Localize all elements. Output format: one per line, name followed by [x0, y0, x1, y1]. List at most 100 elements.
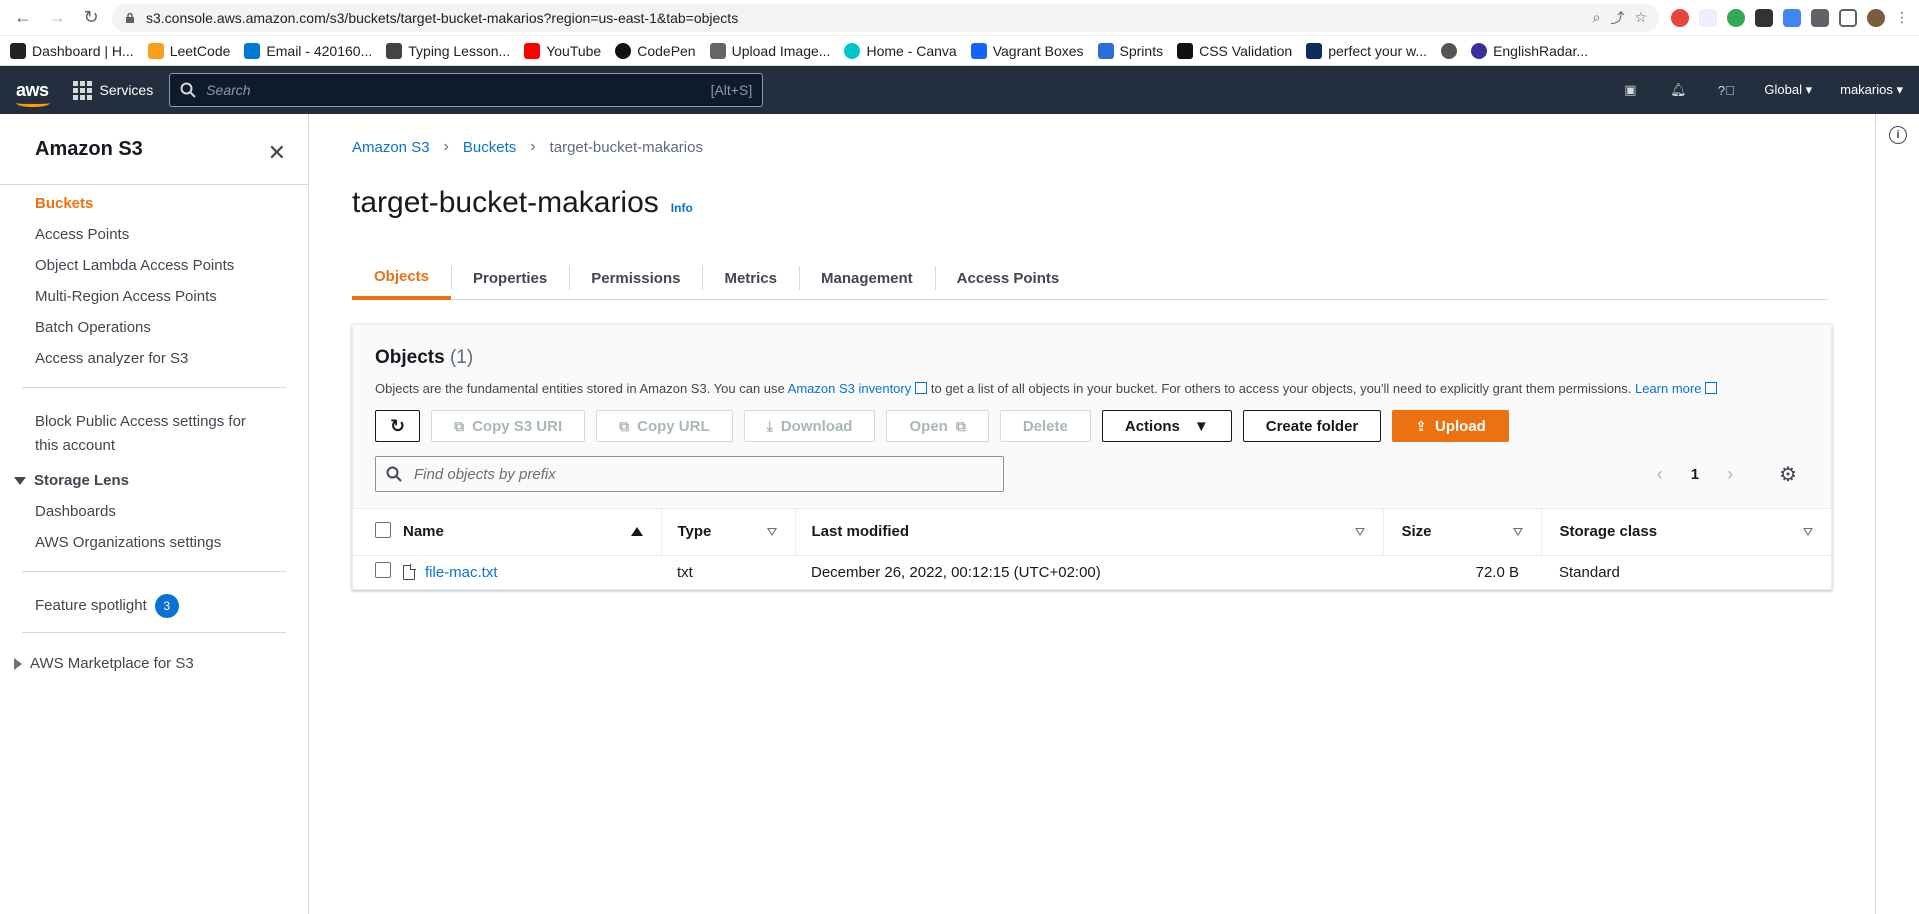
tab-management[interactable]: Management — [798, 256, 935, 300]
forward-icon[interactable]: → — [44, 5, 70, 31]
actions-button[interactable]: Actions ▼ — [1101, 410, 1232, 442]
info-link[interactable]: Info — [671, 201, 693, 215]
grid-icon — [72, 80, 92, 100]
search-icon — [386, 466, 402, 482]
sidebar-item-buckets[interactable]: Buckets — [35, 195, 308, 212]
delete-button[interactable]: Delete — [999, 410, 1091, 442]
bookmark[interactable]: EnglishRadar... — [1471, 42, 1588, 59]
previous-page-icon[interactable]: ‹ — [1657, 464, 1663, 485]
objects-heading: Objects (1) — [375, 347, 474, 368]
bookmark[interactable]: Dashboard | H... — [10, 42, 134, 59]
select-all-checkbox[interactable] — [375, 521, 391, 538]
column-size[interactable]: Size — [1402, 523, 1541, 540]
bookmark[interactable]: Upload Image... — [709, 42, 830, 59]
account-menu[interactable]: makarios ▾ — [1840, 82, 1903, 98]
sidebar-item-block-public[interactable]: Block Public Access settings for this ac… — [35, 410, 265, 458]
sidebar-item-multi-region[interactable]: Multi-Region Access Points — [35, 288, 308, 305]
refresh-icon: ↻ — [390, 415, 406, 436]
address-bar[interactable]: s3.console.aws.amazon.com/s3/buckets/tar… — [112, 3, 1659, 32]
sort-icon — [1803, 527, 1813, 536]
column-name[interactable]: Name — [403, 523, 661, 540]
open-button[interactable]: Open ⧉ — [886, 410, 989, 442]
tab-metrics[interactable]: Metrics — [702, 256, 799, 300]
tab-properties[interactable]: Properties — [451, 256, 569, 300]
zoom-icon[interactable]: ⌕ — [1593, 9, 1601, 26]
bookmark[interactable]: CodePen — [615, 42, 696, 59]
copy-s3-uri-button[interactable]: ⧉ Copy S3 URI — [431, 410, 586, 442]
back-icon[interactable]: ← — [10, 5, 36, 31]
close-icon[interactable]: ✕ — [268, 140, 286, 166]
services-menu[interactable]: Services — [72, 80, 153, 100]
extension-icon[interactable] — [1727, 8, 1745, 27]
download-button[interactable]: ⤓ Download — [743, 410, 876, 442]
puzzle-icon[interactable] — [1811, 8, 1829, 27]
page-number[interactable]: 1 — [1691, 466, 1699, 483]
bookmark[interactable] — [1441, 42, 1458, 59]
object-search-input[interactable]: Find objects by prefix — [375, 456, 1004, 492]
extension-icon[interactable] — [1755, 8, 1773, 27]
search-icon — [180, 82, 196, 98]
bookmark[interactable]: LeetCode — [147, 42, 230, 59]
extension-icon[interactable] — [1671, 8, 1689, 27]
bookmark[interactable]: perfect your w... — [1306, 42, 1427, 59]
external-link-icon: ⧉ — [955, 417, 966, 434]
aws-top-nav: aws Services Search [Alt+S] ▣ 🔔︎ ?⃝ Glob… — [0, 66, 1919, 114]
lock-icon — [126, 12, 134, 23]
sidebar-item-org-settings[interactable]: AWS Organizations settings — [35, 534, 308, 551]
breadcrumb-amazon-s3[interactable]: Amazon S3 — [352, 139, 430, 156]
tab-objects[interactable]: Objects — [352, 256, 452, 300]
region-selector[interactable]: Global ▾ — [1764, 82, 1812, 98]
sidebar-item-object-lambda[interactable]: Object Lambda Access Points — [35, 257, 308, 274]
profile-avatar[interactable] — [1867, 8, 1885, 27]
sidebar-item-access-analyzer[interactable]: Access analyzer for S3 — [35, 350, 308, 367]
gear-icon[interactable]: ⚙ — [1779, 462, 1797, 487]
help-icon[interactable]: ?⃝ — [1716, 80, 1736, 100]
sidebar-title: Amazon S3 — [35, 138, 143, 160]
star-icon[interactable]: ☆ — [1634, 9, 1647, 26]
storage-lens-toggle[interactable]: Storage Lens — [0, 472, 308, 489]
bookmark[interactable]: Typing Lesson... — [386, 42, 510, 59]
sidebar-item-batch-ops[interactable]: Batch Operations — [35, 319, 308, 336]
external-link-icon — [1705, 382, 1718, 394]
breadcrumb-buckets[interactable]: Buckets — [463, 139, 516, 156]
next-page-icon[interactable]: › — [1727, 464, 1733, 485]
bookmark[interactable]: Email - 420160... — [244, 42, 372, 59]
tab-permissions[interactable]: Permissions — [569, 256, 702, 300]
menu-icon[interactable]: ⋮ — [1895, 9, 1909, 26]
info-icon[interactable]: i — [1889, 126, 1907, 144]
bookmark[interactable]: CSS Validation — [1177, 42, 1292, 59]
bookmarks-bar: Dashboard | H... LeetCode Email - 420160… — [0, 36, 1919, 66]
caret-right-icon — [14, 657, 22, 670]
create-folder-button[interactable]: Create folder — [1242, 410, 1382, 442]
aws-search-input[interactable]: Search [Alt+S] — [169, 73, 764, 107]
column-type[interactable]: Type — [678, 523, 795, 540]
bookmark[interactable]: Sprints — [1097, 42, 1163, 59]
column-last-modified[interactable]: Last modified — [812, 523, 1383, 540]
chevron-right-icon: › — [443, 138, 449, 155]
object-link[interactable]: file-mac.txt — [403, 563, 661, 581]
tab-access-points[interactable]: Access Points — [934, 256, 1082, 300]
copy-url-button[interactable]: ⧉ Copy URL — [596, 410, 733, 442]
objects-toolbar: ↻ ⧉ Copy S3 URI ⧉ Copy URL ⤓ Download Open ⧉… — [375, 410, 1811, 442]
marketplace-toggle[interactable]: AWS Marketplace for S3 — [0, 655, 308, 672]
bookmark[interactable]: Vagrant Boxes — [970, 42, 1084, 59]
bell-icon[interactable]: 🔔︎ — [1668, 80, 1688, 100]
translate-icon[interactable] — [1783, 8, 1801, 27]
cloudshell-icon[interactable]: ▣ — [1620, 80, 1640, 100]
column-storage-class[interactable]: Storage class — [1560, 523, 1832, 540]
inventory-link[interactable]: Amazon S3 inventory — [788, 381, 928, 396]
sidebar-item-dashboards[interactable]: Dashboards — [35, 503, 308, 520]
bookmark[interactable]: Home - Canva — [844, 42, 957, 59]
share-icon[interactable]: ⤴ — [1610, 8, 1624, 28]
learn-more-link[interactable]: Learn more — [1635, 381, 1718, 396]
reload-icon[interactable]: ↻ — [78, 5, 104, 31]
sidebar-item-access-points[interactable]: Access Points — [35, 226, 308, 243]
extension-icon[interactable] — [1699, 8, 1717, 27]
upload-button[interactable]: ⇪ Upload — [1392, 410, 1509, 442]
bookmark[interactable]: YouTube — [524, 42, 601, 59]
sidebar-item-feature-spotlight[interactable]: Feature spotlight 3 — [35, 594, 308, 618]
sidepanel-icon[interactable] — [1839, 8, 1857, 27]
refresh-button[interactable]: ↻ — [375, 410, 421, 442]
row-checkbox[interactable] — [375, 562, 391, 579]
aws-logo[interactable]: aws — [16, 80, 50, 107]
